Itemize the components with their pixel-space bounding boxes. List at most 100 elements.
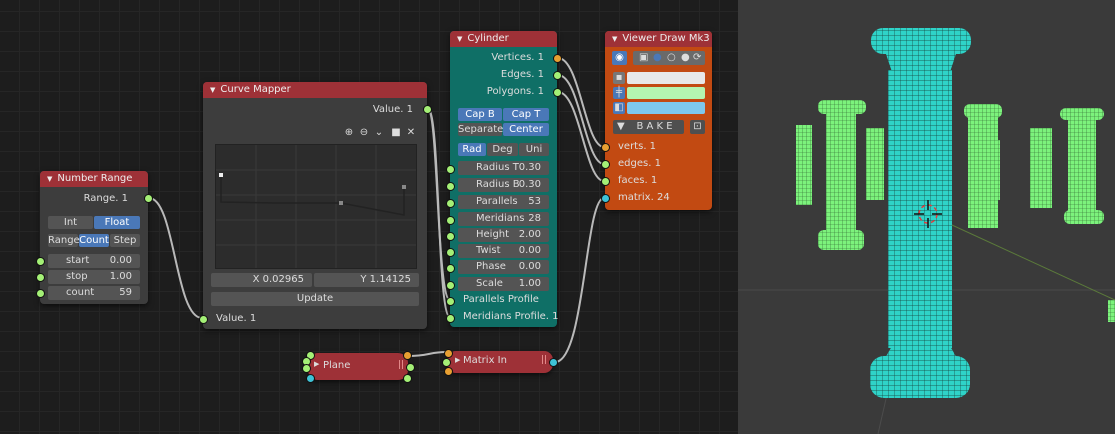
refresh-icon[interactable]: ⟳ (693, 51, 701, 64)
scale-field[interactable]: Scale 1.00 (458, 277, 549, 291)
twist-value: 0.00 (518, 245, 541, 256)
matrix-in-input-socket[interactable] (442, 358, 451, 367)
int-tab[interactable]: Int (48, 216, 93, 229)
parallels-field[interactable]: Parallels 53 (458, 195, 549, 209)
square-icon[interactable]: ■ (390, 127, 402, 139)
node-editor[interactable]: ▼ Number Range Range. 1 Int Float Range C… (0, 0, 738, 434)
eye-icon[interactable]: ◉ (612, 51, 627, 65)
parallels-socket[interactable] (446, 199, 455, 208)
radius-b-field[interactable]: Radius B 0.30 (458, 178, 549, 192)
edges-output-socket[interactable] (553, 71, 562, 80)
curve-mapper-node[interactable]: ▼ Curve Mapper Value. 1 ⊕ ⊖ ⌄ ■ ✕ X 0.029… (199, 82, 432, 329)
curve-input-socket[interactable] (199, 315, 208, 324)
faces-toggle-icon[interactable]: ◧ (613, 102, 625, 114)
zoom-out-icon[interactable]: ⊖ (358, 127, 370, 139)
radius-t-field[interactable]: Radius T 0.30 (458, 161, 549, 175)
center-button[interactable]: Center (503, 123, 549, 136)
faces-color-swatch[interactable] (627, 102, 705, 114)
matrix-in-node[interactable]: ▶ Matrix In || (442, 349, 558, 376)
viewer-draw-node[interactable]: ▼ Viewer Draw Mk3 ◉ ▣ ● ○ ● ⟳ ▪ ╪ ◧ ▼ B A… (601, 31, 712, 210)
edges-toggle-icon[interactable]: ╪ (613, 87, 625, 99)
bake-button[interactable]: ▼ B A K E (613, 120, 684, 134)
phase-field[interactable]: Phase 0.00 (458, 260, 549, 274)
x-readout[interactable]: X 0.02965 (211, 273, 312, 287)
float-tab[interactable]: Float (94, 216, 140, 229)
number-range-header[interactable]: ▼ Number Range (40, 171, 148, 187)
matrix-input-socket[interactable] (601, 194, 610, 203)
sphere-solid-icon[interactable]: ● (653, 51, 662, 64)
chevron-down-icon[interactable]: ⌄ (373, 127, 385, 139)
display-mode-bar[interactable]: ▣ ● ○ ● ⟳ (633, 51, 705, 65)
bake-label: B A K E (636, 121, 673, 132)
curve-graph[interactable] (215, 144, 417, 269)
count-input-socket[interactable] (36, 289, 45, 298)
verts-color-swatch[interactable] (627, 72, 705, 84)
count-field[interactable]: count 59 (48, 286, 140, 300)
viewer-draw-header[interactable]: ▼ Viewer Draw Mk3 (605, 31, 712, 47)
matrix-in-input-socket[interactable] (444, 349, 453, 358)
plane-input-socket[interactable] (306, 374, 315, 383)
cylinder-header[interactable]: ▼ Cylinder (450, 31, 557, 47)
cap-t-button[interactable]: Cap T (503, 108, 549, 121)
matrix-in-expand-icon[interactable]: ▶ (455, 356, 460, 364)
scale-socket[interactable] (446, 281, 455, 290)
cube-icon[interactable]: ▣ (639, 51, 648, 64)
height-field[interactable]: Height 2.00 (458, 228, 549, 242)
verts-toggle-icon[interactable]: ▪ (613, 72, 625, 84)
plane-output-socket[interactable] (403, 351, 412, 360)
range-tab[interactable]: Range (48, 234, 80, 247)
radius-t-socket[interactable] (446, 165, 455, 174)
meridians-field[interactable]: Meridians 28 (458, 212, 549, 226)
vertices-output-socket[interactable] (553, 54, 562, 63)
update-button[interactable]: Update (211, 292, 419, 306)
polygons-output-socket[interactable] (553, 88, 562, 97)
phase-socket[interactable] (446, 264, 455, 273)
verts-input-socket[interactable] (601, 143, 610, 152)
separate-button[interactable]: Separate (458, 123, 503, 136)
start-field[interactable]: start 0.00 (48, 254, 140, 268)
faces-input-socket[interactable] (601, 177, 610, 186)
parallels-profile-socket[interactable] (446, 297, 455, 306)
3d-viewport[interactable] (738, 0, 1115, 434)
scale-label: Scale (476, 278, 503, 289)
edges-color-swatch[interactable] (627, 87, 705, 99)
plane-input-socket[interactable] (302, 364, 311, 373)
sphere-wire-icon[interactable]: ○ (667, 51, 676, 64)
fit-view-icon[interactable]: ⊡ (690, 120, 705, 134)
plane-expand-icon[interactable]: ▶ (314, 360, 319, 368)
meridians-socket[interactable] (446, 216, 455, 225)
uni-button[interactable]: Uni (519, 143, 549, 156)
y-readout[interactable]: Y 1.14125 (314, 273, 419, 287)
matrix-in-input-socket[interactable] (444, 367, 453, 376)
meridians-profile-socket[interactable] (446, 314, 455, 323)
stop-field[interactable]: stop 1.00 (48, 270, 140, 284)
count-tab[interactable]: Count (79, 234, 109, 247)
twist-socket[interactable] (446, 248, 455, 257)
plane-node[interactable]: ▶ Plane || (302, 351, 415, 383)
radius-b-socket[interactable] (446, 182, 455, 191)
sphere-shade-icon[interactable]: ● (681, 51, 690, 64)
step-tab[interactable]: Step (110, 234, 140, 247)
number-range-node[interactable]: ▼ Number Range Range. 1 Int Float Range C… (36, 171, 153, 304)
rad-button[interactable]: Rad (458, 143, 486, 156)
matrix-input-label: matrix. 24 (618, 192, 670, 203)
stop-input-socket[interactable] (36, 273, 45, 282)
close-icon[interactable]: ✕ (405, 127, 417, 139)
cylinder-node[interactable]: ▼ Cylinder Vertices. 1 Edges. 1 Polygons.… (446, 31, 562, 327)
zoom-in-icon[interactable]: ⊕ (343, 127, 355, 139)
column-far-left (796, 100, 884, 250)
twist-field[interactable]: Twist 0.00 (458, 244, 549, 258)
curve-output-socket[interactable] (423, 105, 432, 114)
edges-input-socket[interactable] (601, 160, 610, 169)
plane-node-menu-icon[interactable]: || (398, 360, 404, 370)
curve-mapper-header[interactable]: ▼ Curve Mapper (203, 82, 427, 98)
range-output-socket[interactable] (144, 194, 153, 203)
plane-output-socket[interactable] (403, 374, 412, 383)
height-socket[interactable] (446, 232, 455, 241)
matrix-in-output-socket[interactable] (549, 358, 558, 367)
deg-button[interactable]: Deg (487, 143, 518, 156)
plane-output-socket[interactable] (406, 363, 415, 372)
matrix-in-node-menu-icon[interactable]: || (541, 355, 547, 365)
cap-b-button[interactable]: Cap B (458, 108, 502, 121)
start-input-socket[interactable] (36, 257, 45, 266)
